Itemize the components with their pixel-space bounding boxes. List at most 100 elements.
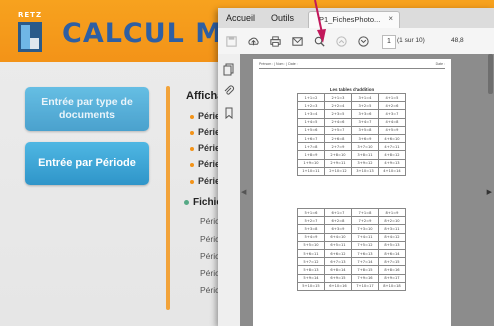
table-cell: 2+7=9 [324,142,352,152]
entry-by-document-type-button[interactable]: Entrée par type de documents [25,87,149,131]
table-cell: 7+1=8 [351,207,379,218]
table-cell: 3+8=11 [351,150,379,160]
pdf-toolbar: 1 (1 sur 10) 48,8 [218,28,494,55]
table-cell: 1+3=4 [297,109,325,119]
table-cell: 5+10=15 [297,281,325,291]
page-down-icon[interactable] [356,34,370,48]
table-cell: 6+9=15 [324,273,352,283]
table-cell: 7+9=16 [351,273,379,283]
table-row: 5+9=14 6+9=15 7+9=16 8+9=17 [297,273,406,283]
table-cell: 4+7=11 [378,142,406,152]
table-cell: 3+1=4 [351,92,379,103]
table-row: 1+3=4 2+3=5 3+3=6 4+3=7 [297,109,406,119]
table-row: 1+9=10 2+9=11 3+9=12 4+9=13 [297,158,406,168]
close-icon[interactable]: × [388,14,393,23]
affichage-item[interactable]: Périe [190,176,220,186]
table-cell: 7+10=17 [351,281,379,291]
zoom-level[interactable]: 48,8 [451,37,464,44]
affichage-item[interactable]: Périe [190,111,220,121]
table-row: 5+3=8 6+3=9 7+3=10 8+3=11 [297,224,406,234]
vertical-divider [166,86,170,310]
table-cell: 2+9=11 [324,158,352,168]
affichage-item[interactable]: Périe [190,127,220,137]
menu-tools[interactable]: Outils [271,13,294,23]
table-row: 5+4=9 6+4=10 7+4=11 8+4=12 [297,232,406,242]
table-cell: 6+10=16 [324,281,352,291]
table-row: 1+7=8 2+7=9 3+7=10 4+7=11 [297,142,406,152]
pdf-viewer-window: Accueil Outils P1_FichesPhoto... × 1 (1 … [218,8,494,326]
table-row: 1+6=7 2+6=8 3+6=9 4+6=10 [297,133,406,144]
table-row: 1+1=2 2+1=3 3+1=4 4+1=5 [297,92,406,103]
table-row: 5+8=13 6+8=14 7+8=15 8+8=16 [297,265,406,275]
menu-home[interactable]: Accueil [226,13,255,23]
vertical-scrollbar[interactable] [488,54,493,94]
table-cell: 2+8=10 [324,150,352,160]
table-cell: 4+10=14 [378,166,406,176]
table-cell: 4+5=9 [378,125,406,135]
page-number-input[interactable]: 1 [382,35,396,49]
table-row: 5+10=15 6+10=16 7+10=17 8+10=18 [297,281,406,291]
table-cell: 6+1=7 [324,207,352,218]
table-cell: 3+3=6 [351,109,379,119]
table-cell: 4+1=5 [378,92,406,103]
app-screen: RETZ CALCUL ME Entrée par type de docume… [0,0,494,326]
table-cell: 6+8=14 [324,265,352,275]
pdf-menubar: Accueil Outils P1_FichesPhoto... × [218,8,494,29]
table-row: 1+8=9 2+8=10 3+8=11 4+8=12 [297,150,406,160]
table-cell: 7+7=14 [351,257,379,267]
table-cell: 8+7=15 [378,257,406,267]
table-cell: 5+5=10 [297,240,325,250]
page-up-icon[interactable] [334,34,348,48]
upload-cloud-icon[interactable] [246,34,260,48]
table-cell: 3+9=12 [351,158,379,168]
affichage-item[interactable]: Périe [190,159,220,169]
page-header-rule [259,68,445,69]
table-cell: 5+3=8 [297,224,325,234]
print-icon[interactable] [268,34,282,48]
logo-brand-text: RETZ [18,11,43,19]
table-cell: 5+1=6 [297,207,325,218]
save-icon[interactable] [224,34,238,48]
page-header-date: Date : [435,62,445,66]
affichage-item[interactable]: Périe [190,143,220,153]
table-row: 5+5=10 6+5=11 7+5=12 8+5=13 [297,240,406,250]
addition-table-1-to-4: 1+1=2 2+1=3 3+1=4 4+1=5 1+2=3 2+2=4 3+2=5 4+2=6… [297,92,406,176]
table-cell: 5+4=9 [297,232,325,242]
table-cell: 6+7=13 [324,257,352,267]
logo-mark [18,22,42,52]
attachment-icon[interactable] [222,84,236,98]
table-row: 1+10=11 2+10=12 3+10=13 4+10=14 [297,166,406,176]
table-cell: 3+5=8 [351,125,379,135]
table-row: 5+1=6 6+1=7 7+1=8 8+1=9 [297,207,406,218]
table-row: 1+4=5 2+4=6 3+4=7 4+4=8 [297,117,406,127]
table-cell: 4+4=8 [378,117,406,127]
entry-by-period-button[interactable]: Entrée par Période [25,142,149,185]
table-cell: 7+8=15 [351,265,379,275]
table-cell: 1+6=7 [297,133,325,144]
bookmarks-icon[interactable] [222,106,236,120]
table-cell: 2+3=5 [324,109,352,119]
email-icon[interactable] [290,34,304,48]
table-row: 5+2=7 6+2=8 7+2=9 8+2=10 [297,216,406,226]
table-cell: 3+10=13 [351,166,379,176]
table-cell: 3+7=10 [351,142,379,152]
table-cell: 1+8=9 [297,150,325,160]
bullet-icon [190,114,194,119]
collapse-left-icon[interactable]: ◀ [241,188,246,196]
table-cell: 6+3=9 [324,224,352,234]
table-row: 5+6=11 6+6=12 7+6=13 8+6=14 [297,248,406,259]
table-cell: 8+9=17 [378,273,406,283]
table-cell: 3+4=7 [351,117,379,127]
bullet-icon [190,130,194,135]
page-thumbnails-icon[interactable] [222,62,236,76]
table-cell: 3+6=9 [351,133,379,144]
table-cell: 2+5=7 [324,125,352,135]
retz-logo: RETZ [8,10,48,56]
table-cell: 3+2=5 [351,101,379,111]
table-cell: 6+4=10 [324,232,352,242]
expand-right-icon[interactable]: ▶ [487,188,492,196]
table-cell: 4+2=6 [378,101,406,111]
table-cell: 6+5=11 [324,240,352,250]
table-cell: 7+2=9 [351,216,379,226]
table-cell: 8+4=12 [378,232,406,242]
